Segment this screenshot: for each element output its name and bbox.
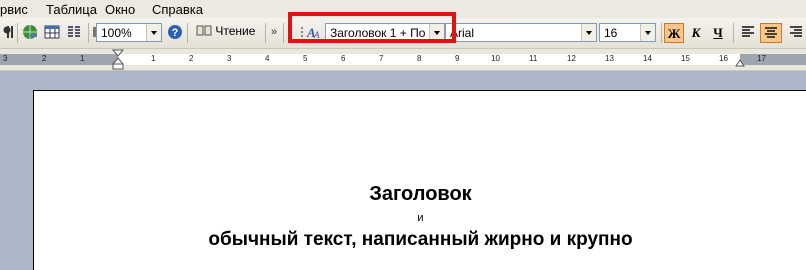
ruler-label: 5 [303, 54, 308, 63]
menu-window[interactable]: Окно [105, 2, 135, 17]
document-body-text: обычный текст, написанный жирно и крупно [208, 229, 633, 250]
horizontal-ruler[interactable]: 3 2 1 1 2 3 4 5 6 7 8 9 10 11 12 13 14 1… [0, 49, 806, 71]
align-right-icon[interactable] [788, 24, 804, 40]
toolbar-overflow-icon[interactable]: » [271, 26, 277, 38]
toolbar-separator [88, 23, 89, 43]
toolbar-separator [733, 23, 734, 43]
read-button[interactable]: Чтение [196, 24, 255, 38]
chevron-down-icon[interactable] [640, 24, 655, 41]
document-page[interactable]: Заголовок и обычный текст, написанный жи… [33, 90, 806, 270]
toolbar-separator [283, 23, 284, 43]
ruler-label: 17 [757, 54, 766, 63]
align-center-icon [765, 27, 777, 38]
underline-button[interactable]: Ч [708, 23, 728, 43]
ruler-label: 1 [80, 54, 85, 63]
pilcrow-icon[interactable] [1, 24, 17, 40]
font-size-value: 16 [604, 26, 618, 40]
toolbar-separator [17, 23, 18, 43]
help-icon[interactable]: ? [167, 24, 183, 40]
svg-text:?: ? [172, 27, 179, 39]
chevron-down-icon[interactable] [581, 24, 596, 41]
bold-button[interactable]: Ж [664, 23, 684, 43]
ruler-label: 11 [529, 54, 538, 63]
ruler-label: 8 [417, 54, 422, 63]
table-icon[interactable] [44, 24, 60, 40]
book-icon [196, 25, 212, 36]
ruler-label: 13 [605, 54, 614, 63]
ruler-label: 4 [265, 54, 270, 63]
ruler-label: 16 [719, 54, 728, 63]
right-indent-marker-icon[interactable] [735, 57, 745, 67]
toolbar-separator [265, 23, 266, 43]
ruler-label: 1 [151, 54, 156, 63]
indent-marker-icon[interactable] [112, 49, 124, 70]
ruler-label: 15 [681, 54, 690, 63]
read-label: Чтение [215, 24, 256, 38]
font-combo[interactable]: Arial [445, 23, 597, 42]
ruler-label: 3 [227, 54, 232, 63]
toolbar-separator [661, 23, 662, 43]
ruler-label: 3 [3, 54, 8, 63]
ruler-label: 9 [455, 54, 460, 63]
toolbar-separator [187, 23, 188, 43]
ruler-margin-right [740, 54, 806, 65]
document-conjunction: и [417, 212, 424, 224]
menu-help[interactable]: Справка [152, 2, 203, 17]
font-size-combo[interactable]: 16 [599, 23, 656, 42]
italic-button[interactable]: К [686, 23, 706, 43]
ruler-label: 14 [643, 54, 652, 63]
align-center-button[interactable] [760, 23, 782, 43]
ruler-label: 2 [42, 54, 47, 63]
zoom-value: 100% [101, 26, 132, 40]
ruler-label: 12 [567, 54, 576, 63]
document-heading: Заголовок [369, 183, 472, 205]
ruler-margin-left [0, 54, 118, 65]
zoom-combo[interactable]: 100% [96, 23, 162, 42]
menu-service[interactable]: рвис [0, 2, 28, 17]
ruler-label: 2 [189, 54, 194, 63]
align-left-icon[interactable] [740, 24, 756, 40]
ruler-label: 7 [379, 54, 384, 63]
style-highlight-frame [288, 12, 456, 43]
ruler-label: 6 [341, 54, 346, 63]
ruler-label: 10 [491, 54, 500, 63]
columns-icon[interactable] [66, 24, 82, 40]
chevron-down-icon[interactable] [146, 24, 161, 41]
menu-table[interactable]: Таблица [46, 2, 97, 17]
hyperlink-globe-icon[interactable] [22, 24, 38, 40]
